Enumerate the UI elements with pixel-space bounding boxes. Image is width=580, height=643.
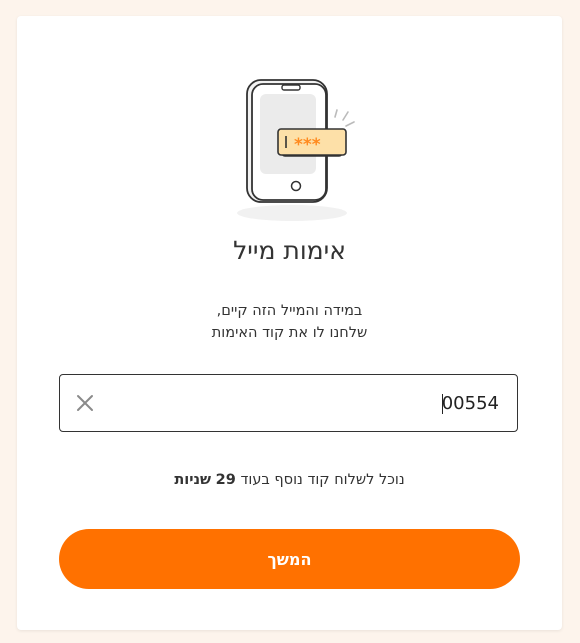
resend-unit: שניות (174, 472, 212, 488)
resend-seconds: 29 (215, 472, 236, 488)
close-icon[interactable] (74, 392, 96, 414)
subtitle-line-1: במידה והמייל הזה קיים, (216, 303, 363, 319)
verification-card: *** אימות מייל במידה והמייל הזה קיים, של… (17, 16, 562, 630)
continue-button[interactable]: המשך (59, 529, 520, 589)
phone-verification-icon: *** (237, 79, 355, 221)
code-mask-text: *** (294, 135, 321, 155)
page-title: אימות מייל (233, 236, 346, 265)
page-subtitle: במידה והמייל הזה קיים, שלחנו לו את קוד ה… (17, 300, 562, 344)
verification-code-field[interactable] (59, 374, 518, 432)
text-caret (442, 394, 443, 414)
resend-prefix: נוכל לשלוח קוד נוסף בעוד (240, 472, 405, 488)
subtitle-line-2: שלחנו לו את קוד האימות (211, 325, 368, 341)
resend-timer: נוכל לשלוח קוד נוסף בעוד 29 שניות (17, 472, 562, 488)
